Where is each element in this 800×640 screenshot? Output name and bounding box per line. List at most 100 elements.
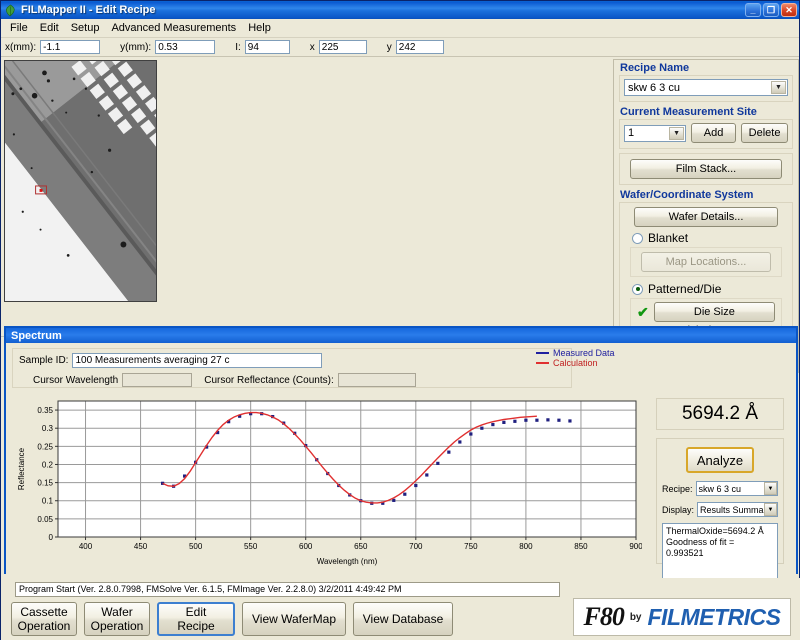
chevron-down-icon[interactable]: ▼ xyxy=(764,482,777,495)
film-stack-button[interactable]: Film Stack... xyxy=(630,159,782,179)
status-log-field[interactable]: Program Start (Ver. 2.8.0.7998, FMSolve … xyxy=(15,582,560,597)
work-area: Recipe Name skw 6 3 cu ▼ Current Measure… xyxy=(1,57,799,445)
svg-text:450: 450 xyxy=(134,542,148,551)
svg-text:400: 400 xyxy=(79,542,93,551)
legend-item-measured: Measured Data xyxy=(536,348,626,358)
menu-bar: File Edit Setup Advanced Measurements He… xyxy=(1,19,799,38)
blanket-radio[interactable] xyxy=(632,232,643,244)
results-recipe-combobox[interactable]: skw 6 3 cu ▼ xyxy=(695,481,778,496)
nav-label-line2: Operation xyxy=(90,619,144,633)
site-value: 1 xyxy=(628,127,635,139)
film-stack-group: Film Stack... xyxy=(619,153,793,185)
chevron-down-icon[interactable]: ▼ xyxy=(764,503,777,516)
results-display-value: Results Summary xyxy=(700,504,772,515)
cursor-wavelength-field xyxy=(122,373,193,387)
restore-button[interactable]: ❐ xyxy=(763,3,779,17)
patterned-radio-row[interactable]: Patterned/Die xyxy=(632,282,786,296)
reflectance-spectrum-chart[interactable]: 0 0.05 0.1 0.15 0.2 0.25 0.3 0.35 400 450 500 550 60… xyxy=(14,395,642,567)
recipe-name-combobox[interactable]: skw 6 3 cu ▼ xyxy=(624,79,788,96)
sample-info-group: Sample ID: 100 Measurements averaging 27… xyxy=(12,348,572,388)
application-window: FILMapper II - Edit Recipe _ ❐ ✕ File Ed… xyxy=(0,0,800,640)
results-summary-text: ThermalOxide=5694.2 Å Goodness of fit = … xyxy=(662,523,778,579)
thickness-readout: 5694.2 Å xyxy=(656,398,784,430)
spectrum-body: Sample ID: 100 Measurements averaging 27… xyxy=(6,343,796,579)
pixel-y-label: y xyxy=(386,41,392,53)
logo-model-text: F80 xyxy=(583,602,624,631)
svg-text:0.05: 0.05 xyxy=(37,515,53,524)
intensity-field[interactable]: 94 xyxy=(244,40,290,54)
chevron-down-icon[interactable]: ▼ xyxy=(771,81,786,94)
chart-legend: Measured Data Calculation xyxy=(536,348,626,378)
wafer-details-button[interactable]: Wafer Details... xyxy=(634,207,778,227)
add-site-button[interactable]: Add xyxy=(691,123,737,143)
chevron-down-icon[interactable]: ▼ xyxy=(669,126,685,140)
recipe-name-group: skw 6 3 cu ▼ xyxy=(619,75,793,102)
results-display-combobox[interactable]: Results Summary ▼ xyxy=(697,502,778,517)
edit-recipe-button[interactable]: Edit Recipe xyxy=(157,602,235,636)
analyze-button[interactable]: Analyze xyxy=(686,447,754,473)
svg-text:0: 0 xyxy=(49,533,54,542)
cursor-wavelength-label: Cursor Wavelength xyxy=(33,374,119,386)
blanket-label: Blanket xyxy=(648,231,689,245)
svg-text:0.35: 0.35 xyxy=(37,406,53,415)
y-mm-label: y(mm): xyxy=(120,41,152,53)
svg-text:0.25: 0.25 xyxy=(37,442,53,451)
svg-text:0.3: 0.3 xyxy=(42,424,54,433)
svg-text:550: 550 xyxy=(244,542,258,551)
cursor-readout-row: Cursor Wavelength Cursor Reflectance (Co… xyxy=(33,373,565,387)
x-mm-field[interactable]: -1.1 xyxy=(40,40,101,54)
minimize-button[interactable]: _ xyxy=(745,3,761,17)
svg-text:700: 700 xyxy=(409,542,423,551)
sample-id-field[interactable]: 100 Measurements averaging 27 c xyxy=(72,353,323,368)
pixel-x-field[interactable]: 225 xyxy=(318,40,367,54)
menu-item-file[interactable]: File xyxy=(4,20,34,36)
svg-text:0.2: 0.2 xyxy=(42,460,54,469)
title-bar: FILMapper II - Edit Recipe _ ❐ ✕ xyxy=(1,1,799,19)
svg-text:850: 850 xyxy=(574,542,588,551)
svg-text:750: 750 xyxy=(464,542,478,551)
app-leaf-icon xyxy=(4,4,17,17)
recipe-name-label: Recipe Name xyxy=(620,62,690,74)
cassette-operation-button[interactable]: Cassette Operation xyxy=(11,602,77,636)
cursor-reflectance-field xyxy=(337,373,416,387)
check-icon: ✔ xyxy=(637,303,649,320)
view-wafermap-button[interactable]: View WaferMap xyxy=(242,602,346,636)
spectrum-title-bar: Spectrum xyxy=(6,328,796,343)
cursor-reflectance-label: Cursor Reflectance (Counts): xyxy=(204,374,334,386)
svg-text:Reflectance: Reflectance xyxy=(17,447,26,490)
results-display-row: Display: Results Summary ▼ xyxy=(662,502,778,517)
svg-text:600: 600 xyxy=(299,542,313,551)
pixel-y-field[interactable]: 242 xyxy=(395,40,444,54)
navigation-button-bar: Cassette Operation Wafer Operation Edit … xyxy=(11,602,453,636)
blanket-radio-row[interactable]: Blanket xyxy=(632,231,786,245)
results-recipe-value: skw 6 3 cu xyxy=(698,483,742,494)
menu-item-setup[interactable]: Setup xyxy=(65,20,106,36)
patterned-die-radio[interactable] xyxy=(632,283,643,295)
patterned-die-label: Patterned/Die xyxy=(648,282,722,296)
nav-label-line2: Operation xyxy=(17,619,71,633)
menu-item-edit[interactable]: Edit xyxy=(34,20,65,36)
analysis-results-panel: Analyze Recipe: skw 6 3 cu ▼ Display: Re… xyxy=(656,438,784,579)
menu-item-advanced-measurements[interactable]: Advanced Measurements xyxy=(105,20,242,36)
nav-label-line1: Wafer xyxy=(101,605,133,619)
die-size-button[interactable]: Die Size xyxy=(653,302,775,322)
results-recipe-row: Recipe: skw 6 3 cu ▼ xyxy=(662,481,778,496)
die-size-row: ✔ Die Size xyxy=(637,302,775,322)
legend-line-icon xyxy=(536,352,549,354)
wafer-operation-button[interactable]: Wafer Operation xyxy=(84,602,150,636)
delete-site-button[interactable]: Delete xyxy=(741,123,788,143)
svg-text:Wavelength (nm): Wavelength (nm) xyxy=(317,557,378,566)
map-locations-button: Map Locations... xyxy=(641,252,771,272)
menu-item-help[interactable]: Help xyxy=(242,20,277,36)
coordinate-toolbar: x(mm): -1.1 y(mm): 0.53 I: 94 x 225 y 24… xyxy=(1,38,799,57)
site-combobox[interactable]: 1 ▼ xyxy=(624,124,687,142)
legend-label: Calculation xyxy=(553,358,598,368)
logo-brand-text: FILMETRICS xyxy=(647,603,782,630)
close-button[interactable]: ✕ xyxy=(781,3,797,17)
results-display-label: Display: xyxy=(662,504,695,515)
svg-text:650: 650 xyxy=(354,542,368,551)
wafer-microscope-image[interactable] xyxy=(4,60,157,302)
view-database-button[interactable]: View Database xyxy=(353,602,453,636)
legend-label: Measured Data xyxy=(553,348,615,358)
y-mm-field[interactable]: 0.53 xyxy=(155,40,216,54)
